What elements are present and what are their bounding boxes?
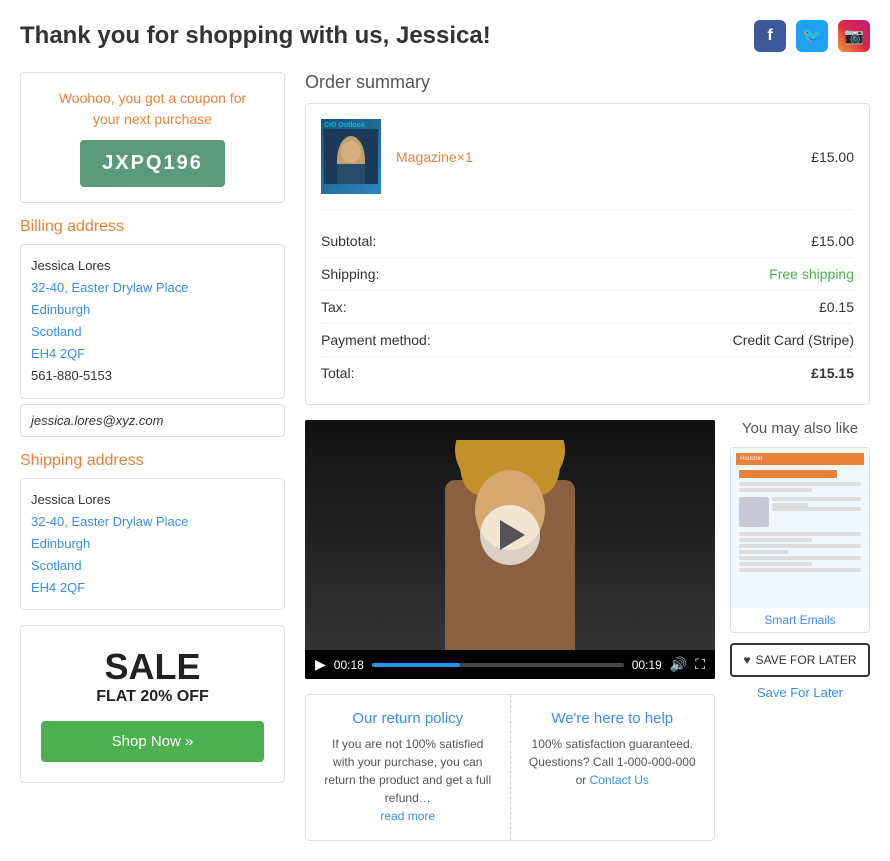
fullscreen-button[interactable]: ⛶ [695,656,705,673]
you-may-like-title: You may also like [730,420,870,437]
video-container[interactable]: ▶ 00:18 00:19 🔊 ⛶ [305,420,715,679]
coupon-text: Woohoo, you got a coupon for your next p… [36,88,269,130]
sale-section: SALE FLAT 20% OFF Shop Now » [20,625,285,783]
page-title: Thank you for shopping with us, Jessica! [20,22,491,50]
you-may-like-section: You may also like Houston [730,420,870,841]
save-for-later-label: Save For Later [730,685,870,700]
shipping-section: Shipping address Jessica Lores 32-40, Ea… [20,452,285,610]
product-image: CIO Outlook [321,119,381,194]
shipping-address: Jessica Lores 32-40, Easter Drylaw Place… [20,478,285,610]
recommended-product[interactable]: Houston [730,447,870,633]
payment-row: Payment method: Credit Card (Stripe) [321,324,854,357]
billing-section: Billing address Jessica Lores 32-40, Eas… [20,218,285,437]
coupon-section: Woohoo, you got a coupon for your next p… [20,72,285,203]
facebook-icon[interactable]: f [754,20,786,52]
heart-icon: ♥ [743,653,750,667]
tax-row: Tax: £0.15 [321,291,854,324]
play-pause-button[interactable]: ▶ [315,656,326,673]
return-policy-text: If you are not 100% satisfied with your … [321,735,495,825]
return-policy-panel: Our return policy If you are not 100% sa… [306,695,511,840]
read-more-link[interactable]: read more [380,809,435,823]
billing-title: Billing address [20,218,285,236]
progress-bar[interactable] [372,663,624,667]
shop-now-button[interactable]: Shop Now » [41,721,264,762]
total-row: Total: £15.15 [321,357,854,389]
play-button[interactable] [480,505,540,565]
info-panels: Our return policy If you are not 100% sa… [305,694,715,841]
time-elapsed: 00:18 [334,658,364,672]
contact-us-link[interactable]: Contact Us [590,773,649,787]
return-policy-title: Our return policy [321,710,495,727]
shipping-title: Shipping address [20,452,285,470]
subtotal-row: Subtotal: £15.00 [321,225,854,258]
product-label: Smart Emails [731,608,869,632]
sale-subtitle: FLAT 20% OFF [41,688,264,706]
billing-email: jessica.lores@xyz.com [20,404,285,437]
volume-button[interactable]: 🔊 [670,656,687,673]
time-total: 00:19 [632,658,662,672]
video-controls: ▶ 00:18 00:19 🔊 ⛶ [305,650,715,679]
product-price: £15.00 [811,149,854,165]
order-card: CIO Outlook Magazine×1 £15.00 [305,103,870,405]
help-title: We're here to help [526,710,700,727]
save-for-later-button[interactable]: ♥ SAVE FOR LATER [730,643,870,677]
sale-title: SALE [41,646,264,688]
product-name: Magazine×1 [396,149,811,165]
instagram-icon[interactable]: 📷 [838,20,870,52]
coupon-code[interactable]: JXPQ196 [80,140,225,187]
order-summary-title: Order summary [305,72,870,93]
help-panel: We're here to help 100% satisfaction gua… [511,695,715,840]
shipping-row: Shipping: Free shipping [321,258,854,291]
billing-address: Jessica Lores 32-40, Easter Drylaw Place… [20,244,285,399]
video-section: ▶ 00:18 00:19 🔊 ⛶ [305,420,715,679]
twitter-icon[interactable]: 🐦 [796,20,828,52]
help-text: 100% satisfaction guaranteed. Questions?… [526,735,700,789]
